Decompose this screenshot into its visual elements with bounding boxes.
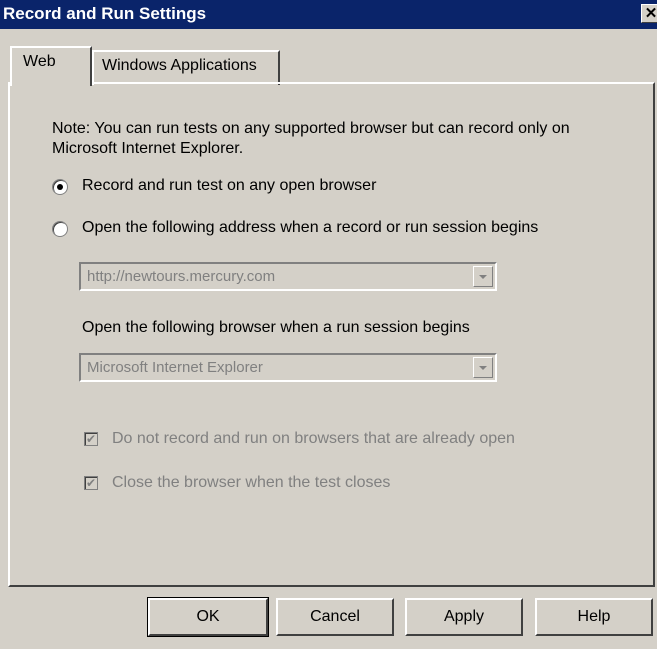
close-button[interactable]: ✕ [641,4,657,23]
chevron-down-icon[interactable] [473,357,493,378]
browser-label: Open the following browser when a run se… [82,319,470,336]
tab-web-label: Web [23,53,56,70]
title-bar: Record and Run Settings ✕ [0,0,657,29]
tab-web[interactable]: Web [10,46,92,86]
browser-combo[interactable]: Microsoft Internet Explorer [79,353,497,382]
chevron-down-icon[interactable] [473,266,493,287]
checkbox-label: Do not record and run on browsers that a… [112,430,515,447]
note-text: Note: You can run tests on any supported… [52,120,570,157]
radio-label: Open the following address when a record… [82,219,539,236]
ok-button[interactable]: OK [147,597,269,637]
close-icon: ✕ [644,5,657,22]
radio-label: Record and run test on any open browser [82,177,377,194]
radio-button[interactable] [52,179,68,195]
address-combo-value: http://newtours.mercury.com [87,268,276,285]
apply-button[interactable]: Apply [405,598,523,636]
checkbox-label: Close the browser when the test closes [112,474,391,491]
check-icon[interactable]: ✔ [84,476,98,490]
address-combo[interactable]: http://newtours.mercury.com [79,262,497,291]
browser-combo-value: Microsoft Internet Explorer [87,359,263,376]
help-button[interactable]: Help [535,598,653,636]
cancel-button[interactable]: Cancel [276,598,394,636]
tab-windows-applications[interactable]: Windows Applications [92,50,280,85]
tab-windows-applications-label: Windows Applications [102,57,257,74]
radio-selected-dot [57,184,63,190]
window-title: Record and Run Settings [3,4,207,23]
radio-button[interactable] [52,221,68,237]
check-icon[interactable]: ✔ [84,432,98,446]
